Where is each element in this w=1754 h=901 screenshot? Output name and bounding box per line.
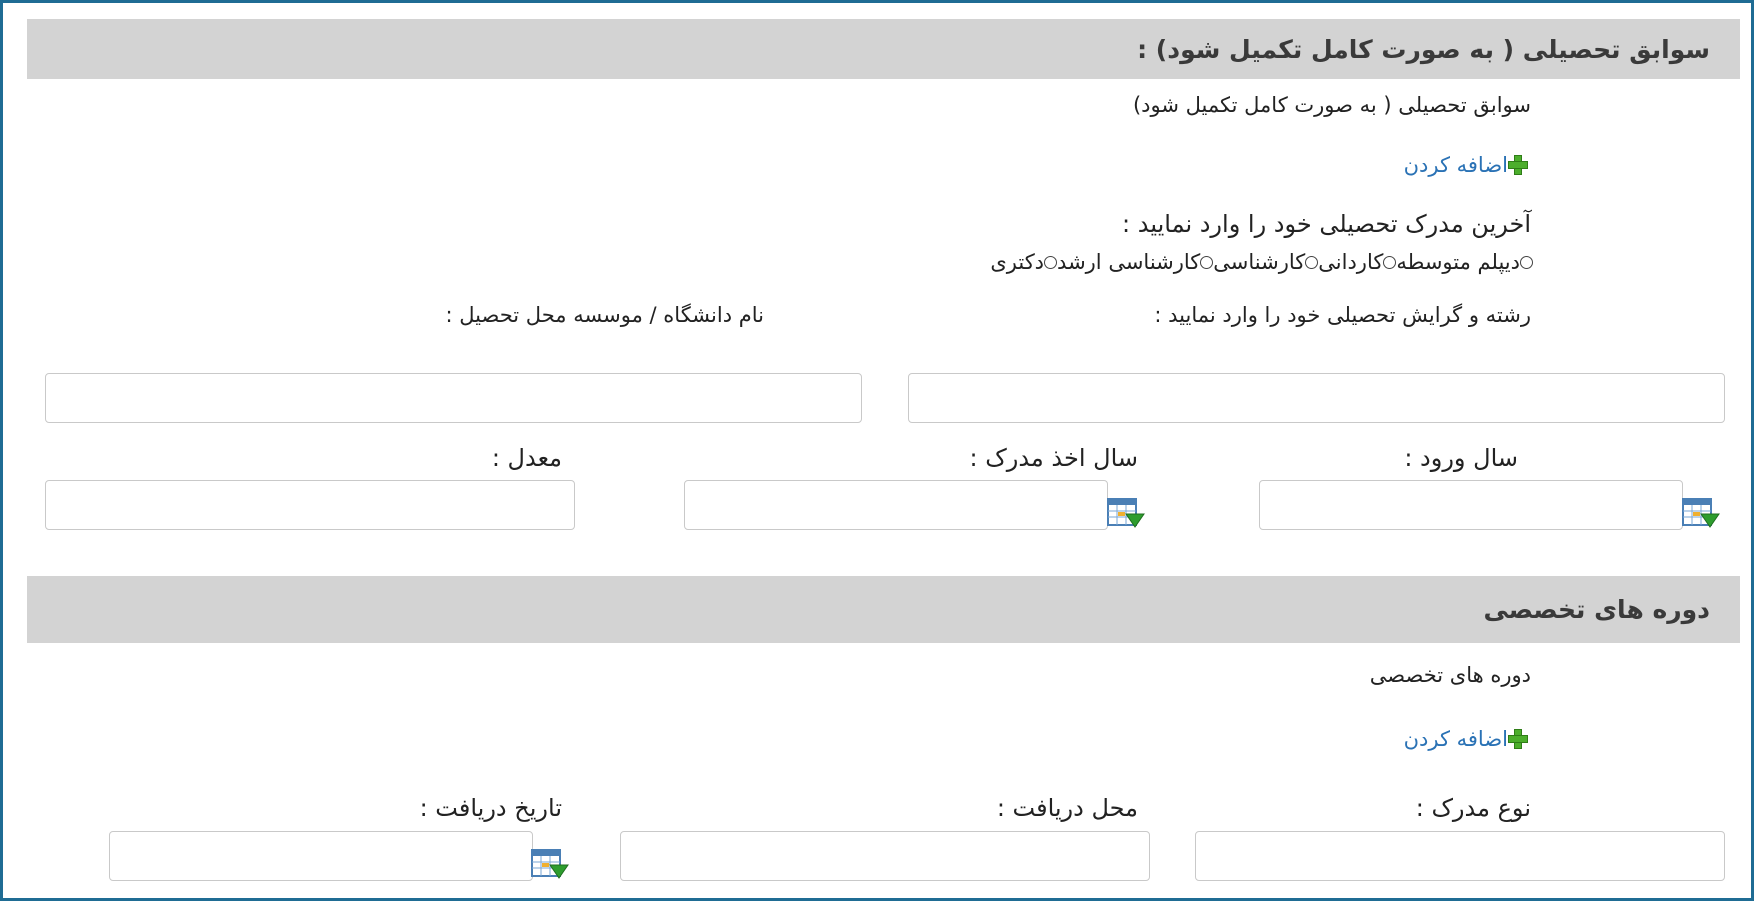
- radio-label: دکتری: [990, 250, 1045, 274]
- gpa-input[interactable]: [45, 480, 575, 530]
- radio-diploma[interactable]: دیپلم متوسطه: [1396, 250, 1533, 274]
- receipt-date-label: تاریخ دریافت :: [419, 794, 562, 822]
- courses-section-header: دوره های تخصصی: [27, 576, 1740, 643]
- education-section-header: سوابق تحصیلی ( به صورت کامل تکمیل شود) :: [27, 19, 1740, 79]
- education-add-label: اضافه کردن: [1403, 153, 1508, 177]
- university-input[interactable]: [45, 373, 862, 423]
- radio-label: کاردانی: [1318, 250, 1384, 274]
- university-label: نام دانشگاه / موسسه محل تحصیل :: [445, 303, 764, 327]
- plus-icon: [1508, 729, 1528, 749]
- radio-label: کارشناسی: [1213, 250, 1306, 274]
- radio-label: کارشناسی ارشد: [1057, 250, 1201, 274]
- education-caption: سوابق تحصیلی ( به صورت کامل تکمیل شود): [1132, 93, 1531, 117]
- radio-button[interactable]: [1383, 255, 1397, 269]
- calendar-icon[interactable]: [1107, 496, 1145, 530]
- receipt-date-input[interactable]: [109, 831, 533, 881]
- graduation-year-label: سال اخذ مدرک :: [969, 444, 1138, 472]
- degree-question: آخرین مدرک تحصیلی خود را وارد نمایید :: [1122, 210, 1531, 238]
- radio-doctorate[interactable]: دکتری: [990, 250, 1058, 274]
- radio-associate[interactable]: کاردانی: [1318, 250, 1397, 274]
- courses-section-title: دوره های تخصصی: [1483, 595, 1710, 624]
- gpa-label: معدل :: [491, 444, 562, 472]
- cert-type-label: نوع مدرک :: [1415, 794, 1531, 822]
- education-section-title: سوابق تحصیلی ( به صورت کامل تکمیل شود) :: [1137, 35, 1710, 64]
- radio-button[interactable]: [1520, 255, 1533, 269]
- degree-radio-group: دیپلم متوسطه کاردانی کارشناسی کارشناسی ا…: [990, 250, 1533, 274]
- field-of-study-input[interactable]: [908, 373, 1725, 423]
- receipt-place-label: محل دریافت :: [996, 794, 1138, 822]
- radio-button[interactable]: [1305, 255, 1319, 269]
- courses-add-label: اضافه کردن: [1403, 727, 1508, 751]
- radio-button[interactable]: [1200, 255, 1214, 269]
- courses-caption: دوره های تخصصی: [1369, 663, 1531, 687]
- receipt-place-input[interactable]: [620, 831, 1150, 881]
- page-frame: سوابق تحصیلی ( به صورت کامل تکمیل شود) :…: [0, 0, 1754, 901]
- cert-type-input[interactable]: [1195, 831, 1725, 881]
- radio-label: دیپلم متوسطه: [1396, 250, 1520, 274]
- field-of-study-label: رشته و گرایش تحصیلی خود را وارد نمایید :: [1154, 303, 1531, 327]
- entry-year-label: سال ورود :: [1404, 444, 1518, 472]
- calendar-icon[interactable]: [1682, 496, 1720, 530]
- courses-add-button[interactable]: اضافه کردن: [1404, 727, 1528, 751]
- education-add-button[interactable]: اضافه کردن: [1404, 153, 1528, 177]
- radio-bachelor[interactable]: کارشناسی: [1213, 250, 1319, 274]
- entry-year-input[interactable]: [1259, 480, 1683, 530]
- radio-button[interactable]: [1044, 255, 1058, 269]
- plus-icon: [1508, 155, 1528, 175]
- calendar-icon[interactable]: [531, 847, 569, 881]
- graduation-year-input[interactable]: [684, 480, 1108, 530]
- radio-master[interactable]: کارشناسی ارشد: [1057, 250, 1214, 274]
